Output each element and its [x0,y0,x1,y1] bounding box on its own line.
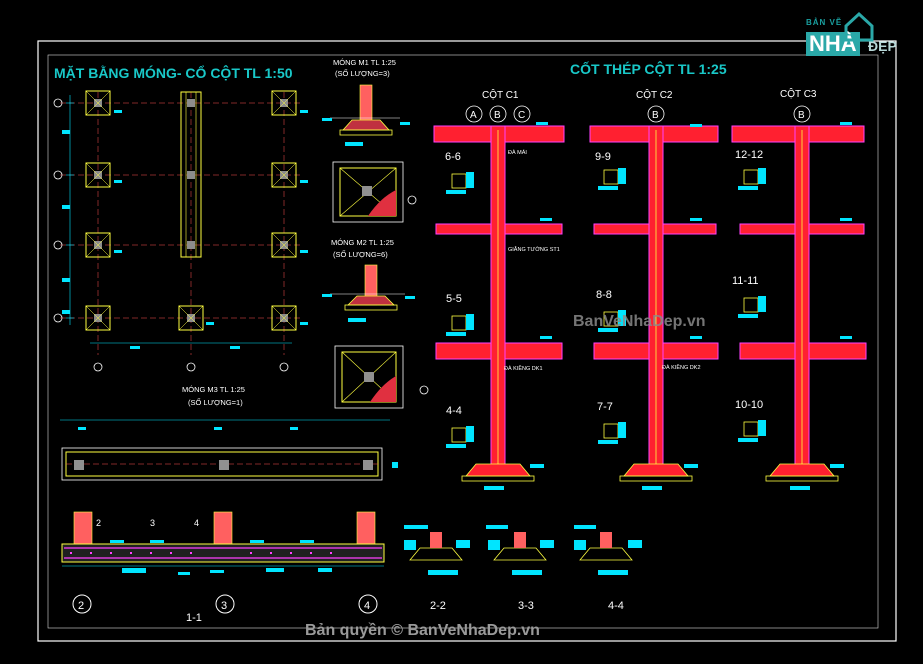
column-c2-name: CỘT C2 [636,88,673,101]
beam-sec-num-4: 4 [194,518,199,528]
small-section-3-3: 3-3 [518,600,534,612]
footing-m3-name: MÓNG M3 TL 1:25 [182,385,245,394]
beam-sec-num-2: 2 [96,518,101,528]
copyright: Bản quyền © BanVeNhaDep.vn [305,622,540,639]
footing-m1-qty: (SỐ LƯỢNG=3) [335,68,390,78]
footing-details: MÓNG M1 TL 1:25 (SỐ LƯỢNG=3) MÓNG M2 TL … [322,58,429,409]
small-section-4-4: 4-4 [608,600,624,612]
beam-section-title: 1-1 [186,612,202,624]
house-icon [844,11,874,42]
section-10-10: 10-10 [735,399,763,411]
beam-label-c1-wall: GIẰNG TƯỜNG ST1 [508,245,560,253]
c1-axis-a: A [470,110,477,121]
section-7-7: 7-7 [597,401,613,413]
section-9-9: 9-9 [595,151,611,163]
section-12-12: 12-12 [735,149,763,161]
c2-axis-b: B [652,110,659,121]
c3-axis-b: B [798,110,805,121]
rebar-title: CỐT THÉP CỘT TL 1:25 [570,60,727,77]
site-logo: BẢN VẼ NHÀ ĐẸP [796,10,914,66]
footing-m2-name: MÓNG M2 TL 1:25 [331,238,394,247]
footing-m1-name: MÓNG M1 TL 1:25 [333,58,396,67]
c1-axis-c: C [518,110,525,121]
c1-axis-b: B [494,110,501,121]
column-rebar-details: CỘT C1 CỘT C2 CỘT C3 A B C B B ĐÀ MÁI GI… [433,87,867,490]
watermark: BanVeNhaDep.vn [573,313,705,330]
beam-axis-3: 3 [221,600,227,612]
section-6-6: 6-6 [445,151,461,163]
section-11-11: 11-11 [732,275,759,287]
beam-sec-num-3: 3 [150,518,155,528]
foundation-plan [53,90,308,372]
small-section-2-2: 2-2 [430,600,446,612]
beam-axis-2: 2 [78,600,84,612]
footing-m3-qty: (SỐ LƯỢNG=1) [188,397,243,407]
footing-m2-qty: (SỐ LƯỢNG=6) [333,249,388,259]
section-5-5: 5-5 [446,293,462,305]
logo-top-text: BẢN VẼ [806,18,843,27]
section-8-8: 8-8 [596,289,612,301]
beam-label-c1-tie: ĐÀ KIỀNG DK1 [504,365,543,372]
beam-label-c2-tie: ĐÀ KIỀNG DK2 [662,364,701,371]
beam-axis-4: 4 [364,600,370,612]
column-c3-name: CỘT C3 [780,87,817,100]
footing-m3: MÓNG M3 TL 1:25 (SỐ LƯỢNG=1) 2 3 4 2 3 4… [60,385,398,624]
column-c1-name: CỘT C1 [482,88,519,101]
plan-title: MẶT BẰNG MÓNG- CỔ CỘT TL 1:50 [54,64,293,81]
beam-label-c1-roof: ĐÀ MÁI [508,149,527,156]
cad-drawing-canvas[interactable]: MẶT BẰNG MÓNG- CỔ CỘT TL 1:50 CỐT THÉP C… [0,0,923,664]
section-4-4: 4-4 [446,405,462,417]
small-sections: 2-2 3-3 4-4 [404,525,642,612]
